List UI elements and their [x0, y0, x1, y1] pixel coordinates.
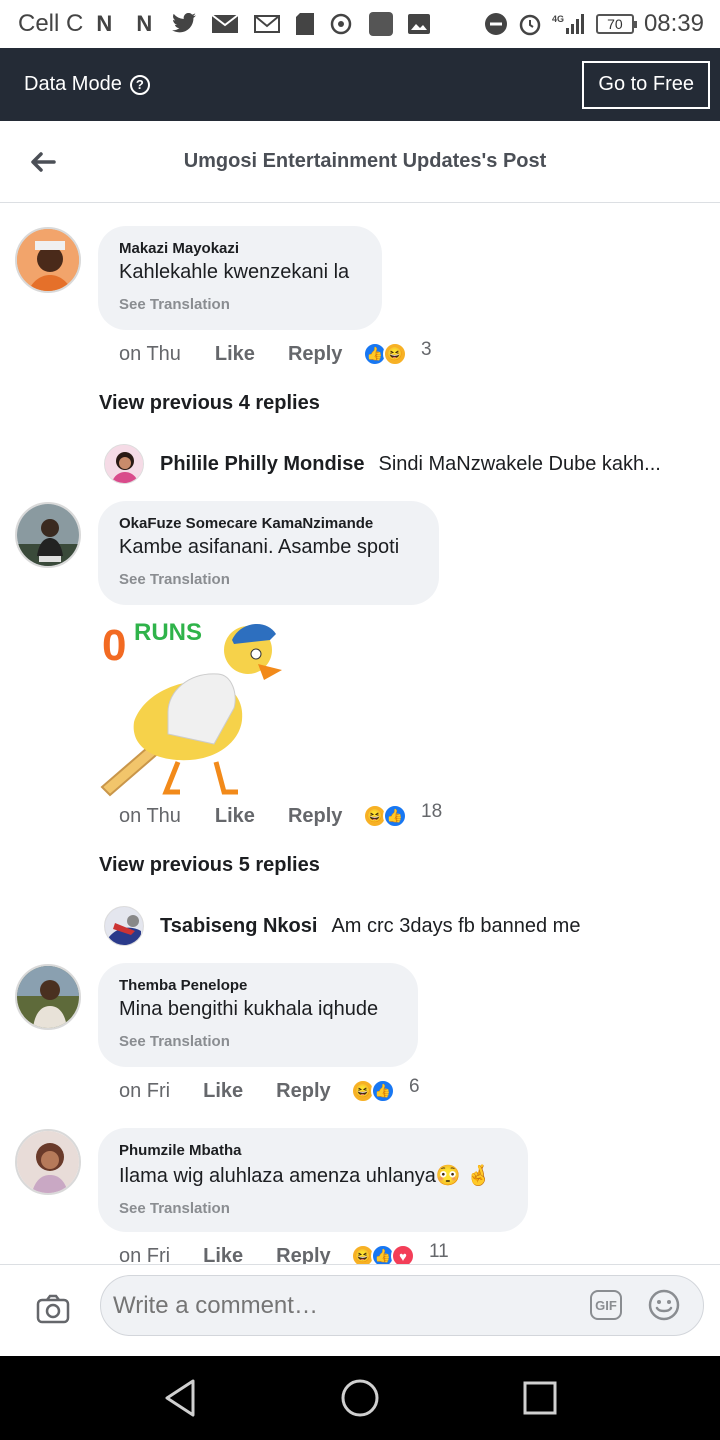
- see-translation-link[interactable]: See Translation: [119, 1033, 396, 1050]
- comment-bubble: Phumzile Mbatha Ilama wig aluhlaza amenz…: [98, 1128, 528, 1232]
- avatar[interactable]: [15, 964, 81, 1030]
- avatar: [104, 906, 144, 946]
- comment-bubble: Makazi Mayokazi Kahlekahle kwenzekani la…: [98, 226, 382, 330]
- emoji-icon[interactable]: [648, 1289, 680, 1321]
- clock: 08:39: [643, 10, 704, 37]
- reaction-summary[interactable]: 😆 👍 18: [363, 801, 443, 828]
- comment-author[interactable]: Phumzile Mbatha: [119, 1142, 506, 1159]
- like-button[interactable]: Like: [203, 1245, 243, 1265]
- data-mode-bar: Data Mode ? Go to Free: [0, 48, 720, 121]
- sticker-runs: RUNS: [134, 619, 202, 646]
- notification-icons: N N: [91, 12, 431, 36]
- reply-button[interactable]: Reply: [288, 343, 342, 366]
- comment-bubble: Themba Penelope Mina bengithi kukhala iq…: [98, 963, 418, 1067]
- system-nav-bar: [0, 1356, 720, 1440]
- comment-time: on Thu: [119, 804, 181, 827]
- hotspot-icon: [331, 13, 352, 35]
- like-button[interactable]: Like: [215, 343, 255, 366]
- back-arrow-icon[interactable]: [28, 147, 58, 177]
- see-translation-link[interactable]: See Translation: [119, 296, 360, 313]
- help-icon[interactable]: ?: [129, 74, 150, 95]
- sticker-zero: 0: [102, 621, 126, 670]
- reply-button[interactable]: Reply: [288, 805, 342, 828]
- network-type-label: 4G: [552, 14, 564, 24]
- comment-bubble: OkaFuze Somecare KamaNzimande Kambe asif…: [98, 501, 439, 605]
- avatar[interactable]: [15, 502, 81, 568]
- comment-actions: on Thu Like Reply: [119, 339, 342, 369]
- notification-n-icon: N: [96, 11, 113, 36]
- like-reaction-icon: 👍: [383, 804, 407, 828]
- reaction-count: 11: [429, 1241, 449, 1262]
- sticker[interactable]: 0 RUNS: [98, 612, 288, 797]
- love-reaction-icon: ♥: [391, 1244, 415, 1264]
- reply-author[interactable]: Philile Philly Mondise: [160, 453, 364, 476]
- comment-time: on Thu: [119, 342, 181, 365]
- dnd-icon: [484, 13, 507, 35]
- reaction-count: 6: [409, 1076, 420, 1097]
- reply-text: Sindi MaNzwakele Dube kakh...: [378, 452, 661, 475]
- battery-indicator: 70: [595, 14, 637, 34]
- avatar[interactable]: [15, 1129, 81, 1195]
- like-reaction-icon: 👍: [371, 1079, 395, 1103]
- reaction-summary[interactable]: 😆 👍 6: [351, 1076, 420, 1103]
- avatar: [104, 444, 144, 484]
- like-button[interactable]: Like: [215, 805, 255, 828]
- reaction-count: 18: [421, 801, 443, 822]
- notification-n-icon-2: N: [136, 11, 153, 36]
- haha-reaction-icon: 😆: [383, 342, 407, 366]
- view-previous-replies[interactable]: View previous 4 replies: [99, 392, 320, 415]
- comment-text: Mina bengithi kukhala iqhude: [119, 998, 379, 1020]
- comment-author[interactable]: Makazi Mayokazi: [119, 240, 360, 257]
- comment-actions: on Thu Like Reply: [119, 801, 342, 831]
- comment-text: Ilama wig aluhlaza amenza uhlanya😳 🤞: [119, 1165, 492, 1187]
- reaction-summary[interactable]: 👍 😆 3: [363, 339, 432, 366]
- mail-icon: [211, 14, 239, 33]
- nav-home-icon[interactable]: [339, 1377, 381, 1419]
- reply-author[interactable]: Tsabiseng Nkosi: [160, 915, 317, 938]
- comment-author[interactable]: OkaFuze Somecare KamaNzimande: [119, 515, 417, 532]
- sd-card-icon: [296, 13, 315, 35]
- reply-text: Am crc 3days fb banned me: [331, 914, 581, 937]
- twitter-icon: [172, 13, 197, 33]
- go-to-free-button[interactable]: Go to Free: [582, 60, 710, 109]
- comment-author[interactable]: Themba Penelope: [119, 977, 396, 994]
- signal-icon: 4G: [552, 14, 584, 34]
- alarm-icon: [519, 14, 541, 36]
- view-previous-replies[interactable]: View previous 5 replies: [99, 854, 320, 877]
- data-mode-label: Data Mode: [24, 73, 122, 95]
- reply-preview[interactable]: Philile Philly Mondise Sindi MaNzwakele …: [104, 442, 661, 486]
- reaction-summary[interactable]: 😆 👍 ♥ 11: [351, 1241, 449, 1264]
- reaction-count: 3: [421, 339, 432, 360]
- reply-button[interactable]: Reply: [276, 1245, 330, 1265]
- nav-recents-icon[interactable]: [519, 1377, 561, 1419]
- page-title: Umgosi Entertainment Updates's Post: [183, 150, 547, 172]
- reply-button[interactable]: Reply: [276, 1080, 330, 1103]
- comment-text: Kambe asifanani. Asambe spoti: [119, 536, 400, 558]
- gmail-icon: [254, 15, 281, 33]
- comment-actions: on Fri Like Reply: [119, 1241, 331, 1265]
- app-notification-icon: [369, 12, 394, 36]
- reply-preview[interactable]: Tsabiseng Nkosi Am crc 3days fb banned m…: [104, 904, 580, 948]
- avatar[interactable]: [15, 227, 81, 293]
- comment-text: Kahlekahle kwenzekani la: [119, 261, 350, 283]
- comments-feed[interactable]: Makazi Mayokazi Kahlekahle kwenzekani la…: [0, 204, 720, 1264]
- comment-actions: on Fri Like Reply: [119, 1076, 331, 1106]
- carrier-label: Cell C: [18, 10, 84, 37]
- nav-back-icon[interactable]: [159, 1377, 201, 1419]
- like-button[interactable]: Like: [203, 1080, 243, 1103]
- camera-icon[interactable]: [36, 1292, 70, 1326]
- system-icons: 4G 70 08:39: [484, 10, 704, 38]
- see-translation-link[interactable]: See Translation: [119, 1200, 506, 1217]
- gif-icon[interactable]: GIF: [590, 1290, 622, 1320]
- status-bar: Cell C N N 4G 70 08:39: [0, 0, 720, 48]
- comment-time: on Fri: [119, 1244, 171, 1265]
- comment-time: on Fri: [119, 1079, 171, 1102]
- gallery-icon: [408, 14, 431, 34]
- post-header: Umgosi Entertainment Updates's Post: [0, 121, 720, 203]
- see-translation-link[interactable]: See Translation: [119, 571, 417, 588]
- comment-composer: GIF: [0, 1264, 720, 1356]
